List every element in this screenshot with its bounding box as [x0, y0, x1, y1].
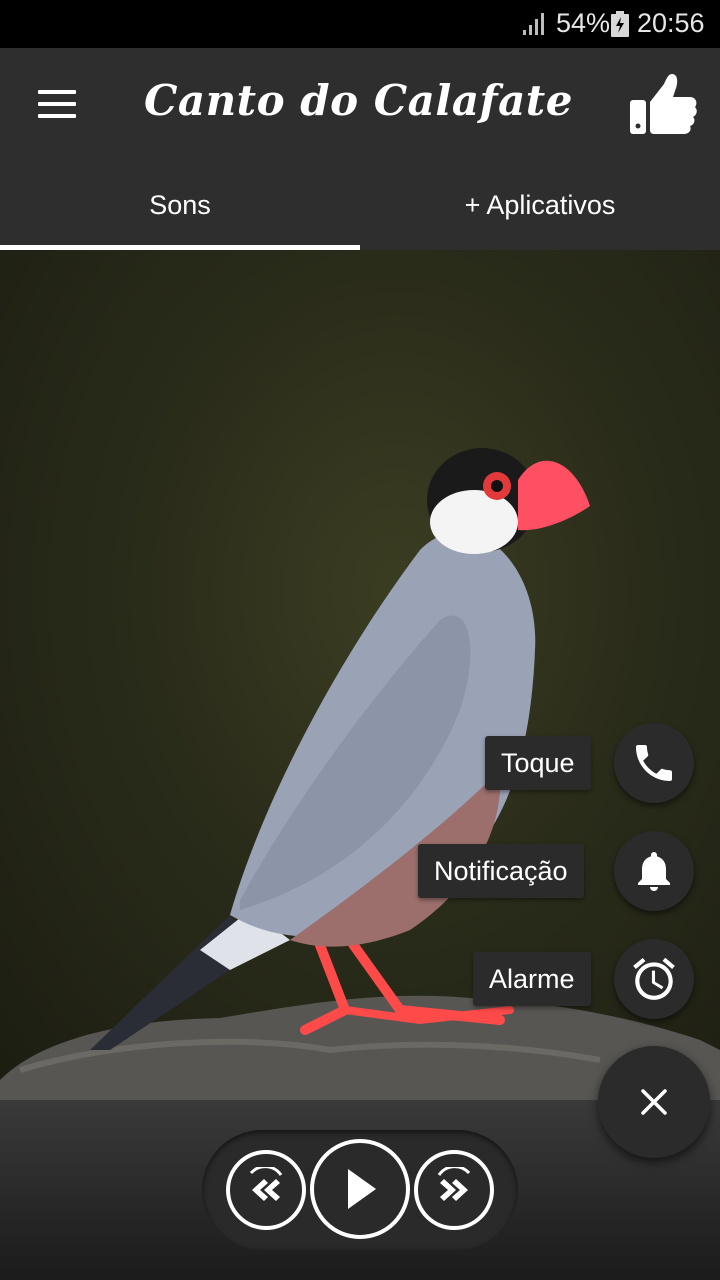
rewind-button[interactable]	[226, 1150, 306, 1230]
tab-aplicativos[interactable]: + Aplicativos	[360, 160, 720, 250]
tab-bar: Sons + Aplicativos	[0, 160, 720, 250]
fab-label-alarme[interactable]: Alarme	[473, 952, 591, 1006]
alarm-clock-icon	[633, 957, 675, 1000]
app-bar: Canto do Calafate	[0, 48, 720, 160]
play-icon	[348, 1169, 376, 1209]
bird-photo	[0, 250, 720, 1100]
alarm-button[interactable]	[614, 939, 694, 1019]
battery-percent: 54%	[556, 8, 611, 38]
fast-forward-icon	[437, 1167, 471, 1201]
rewind-icon	[249, 1167, 283, 1201]
ringtone-button[interactable]	[614, 723, 694, 803]
menu-button[interactable]	[24, 76, 88, 132]
status-bar: 54% 20:56	[0, 0, 720, 48]
fab-label-toque[interactable]: Toque	[485, 736, 591, 790]
like-button[interactable]	[626, 70, 698, 140]
fast-forward-button[interactable]	[414, 1150, 494, 1230]
fab-label-notificacao[interactable]: Notificação	[418, 844, 584, 898]
fab-close-button[interactable]	[598, 1046, 710, 1158]
player-controls	[202, 1130, 518, 1250]
phone-icon	[636, 745, 672, 781]
java-sparrow-image	[0, 448, 720, 1100]
close-icon	[641, 1089, 667, 1115]
signal-icon	[523, 13, 544, 35]
tab-sons[interactable]: Sons	[0, 160, 360, 250]
battery-charging-icon	[611, 11, 629, 37]
clock: 20:56	[637, 8, 705, 38]
play-button[interactable]	[310, 1139, 410, 1239]
thumbs-up-icon	[630, 74, 697, 134]
bell-icon	[638, 852, 670, 891]
notification-button[interactable]	[614, 831, 694, 911]
app-title: Canto do Calafate	[144, 76, 573, 125]
